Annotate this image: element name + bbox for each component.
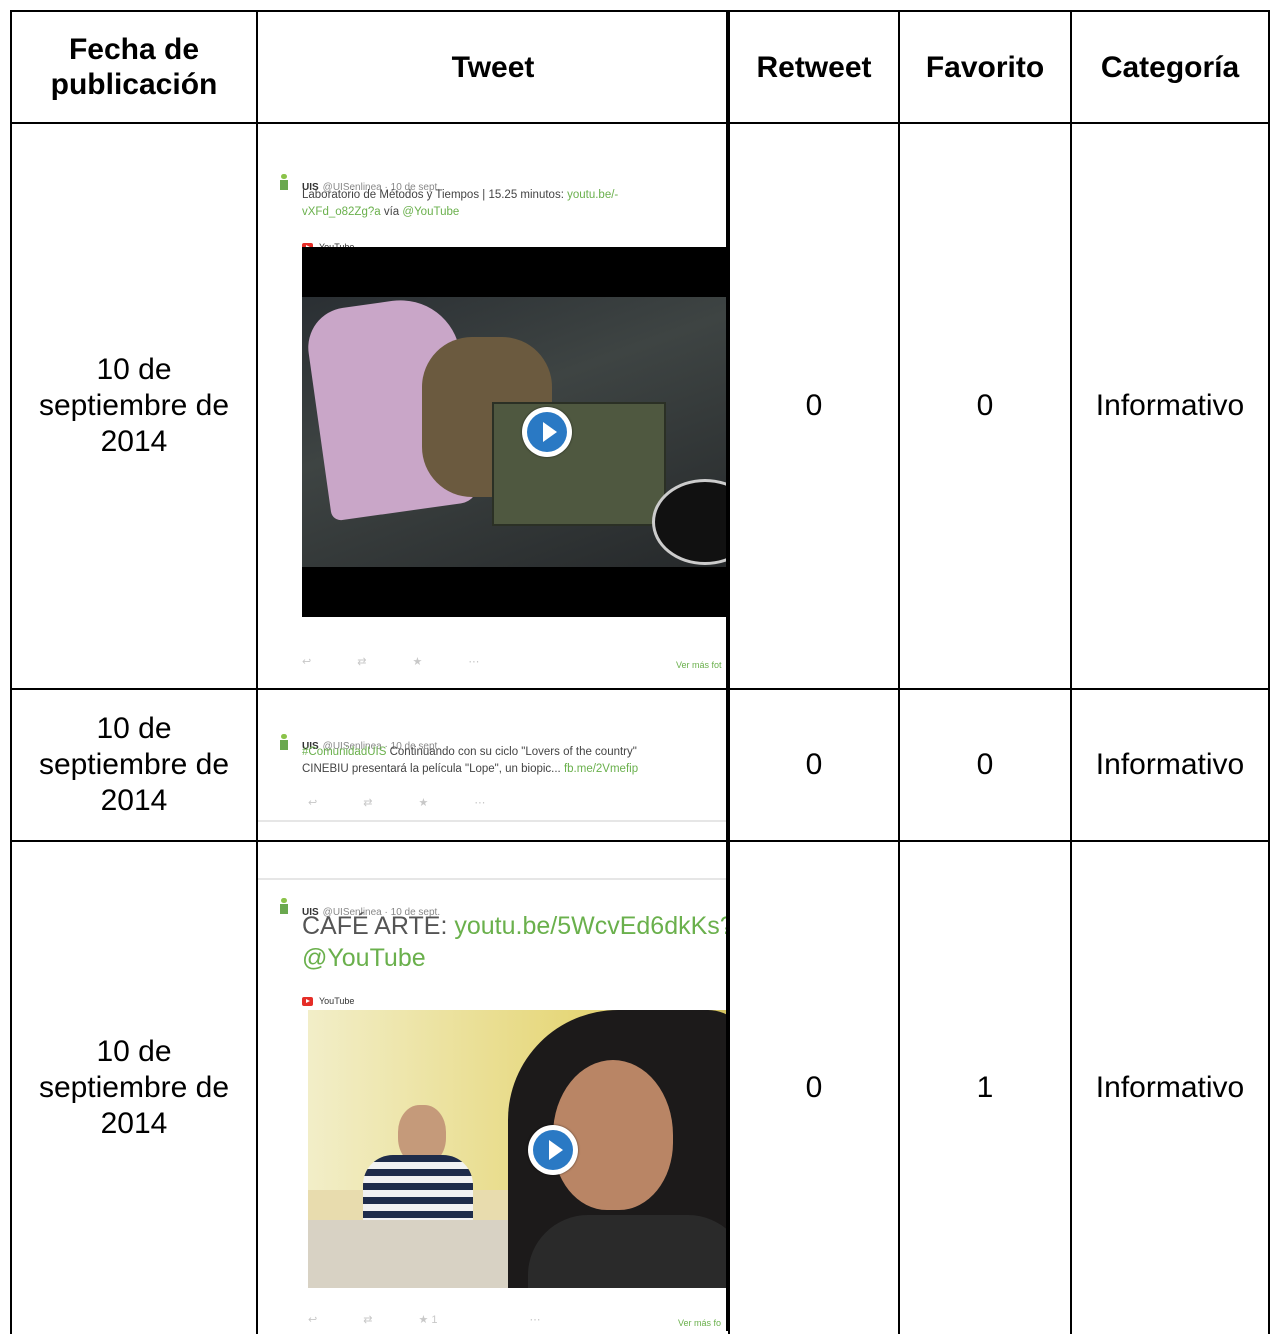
more-icon[interactable]: ⋯ — [474, 785, 485, 821]
header-date: Fecha de publicación — [10, 10, 258, 124]
via-label: vía — [383, 206, 400, 218]
tweet-divider — [259, 878, 727, 880]
tweet-actions: ↩ ⇄ ★ ⋯ — [308, 785, 531, 821]
category-cell: Informativo — [1070, 688, 1270, 842]
favorite-count: 0 — [898, 122, 1072, 690]
tweet-cell: UIS @UISenlinea · 10 de sept. CAFÉ ARTE: … — [256, 840, 730, 1334]
hashtag-link[interactable]: #ComunidadUIS — [302, 746, 386, 758]
retweet-count: 0 — [728, 122, 900, 690]
favorite-count: 0 — [898, 688, 1072, 842]
favorite-icon[interactable]: ★ — [418, 785, 428, 821]
tweet-text-main: CAFÉ ARTE: — [302, 912, 448, 940]
tweet-embed[interactable]: UIS @UISenlinea · 10 de sept. Laboratorio… — [259, 125, 727, 687]
retweet-count: 0 — [728, 688, 900, 842]
tweet-actions: ↩ ⇄ ★ 1 ⋯ — [308, 1302, 586, 1334]
tweet-actions: ↩ ⇄ ★ ⋯ — [302, 644, 525, 680]
video-woman-shirt — [528, 1215, 727, 1288]
tweet-cell: UIS @UISenlinea · 10 de sept. #ComunidadU… — [256, 688, 730, 842]
more-link[interactable]: Ver más fot — [676, 647, 722, 683]
video-link-continued[interactable]: vXFd_o82Zg?a — [302, 206, 381, 218]
avatar — [280, 898, 288, 914]
video-link[interactable]: youtu.be/5WcvEd6dkKs? — [454, 912, 727, 940]
play-icon[interactable] — [522, 407, 572, 457]
retweet-count: 0 — [728, 840, 900, 1334]
more-icon[interactable]: ⋯ — [468, 644, 479, 680]
favorite-icon[interactable]: ★ — [412, 644, 422, 680]
avatar — [280, 734, 288, 750]
table-row: 10 de septiembre de 2014 UIS @UISenlinea … — [10, 840, 1270, 1334]
youtube-mention[interactable]: @YouTube — [402, 206, 459, 218]
tweet-embed[interactable]: UIS @UISenlinea · 10 de sept. CAFÉ ARTE: … — [259, 843, 727, 1334]
tweet-text-line2: CINEBIU presentará la película "Lope", u… — [302, 763, 561, 775]
favorite-count-small: 1 — [431, 1314, 438, 1326]
tweet-cell: UIS @UISenlinea · 10 de sept. Laboratorio… — [256, 122, 730, 690]
column-divider — [726, 10, 728, 1331]
category-cell: Informativo — [1070, 840, 1270, 1334]
table-row: 10 de septiembre de 2014 UIS @UISenlinea … — [10, 688, 1270, 842]
more-link[interactable]: Ver más fo — [678, 1305, 721, 1334]
table-row: 10 de septiembre de 2014 UIS @UISenlinea … — [10, 122, 1270, 690]
video-thumbnail[interactable] — [302, 247, 727, 617]
category-cell: Informativo — [1070, 122, 1270, 690]
reply-icon[interactable]: ↩ — [308, 1302, 317, 1334]
reply-icon[interactable]: ↩ — [308, 785, 317, 821]
tweets-table: Fecha de publicación Tweet Retweet Favor… — [10, 10, 1270, 1334]
video-box-shape — [492, 402, 666, 526]
reply-icon[interactable]: ↩ — [302, 644, 311, 680]
tweet-embed[interactable]: UIS @UISenlinea · 10 de sept. #ComunidadU… — [259, 691, 727, 839]
tweet-text-line1: Continuando con su ciclo "Lovers of the … — [389, 746, 637, 758]
youtube-mention[interactable]: @YouTube — [302, 944, 426, 972]
tweet-text: CAFÉ ARTE: youtu.be/5WcvEd6dkKs? @YouTub… — [302, 910, 727, 974]
more-icon[interactable]: ⋯ — [529, 1302, 540, 1334]
video-link[interactable]: youtu.be/- — [567, 189, 618, 201]
header-favorite: Favorito — [898, 10, 1072, 124]
tweet-text-main: Laboratorio de Métodos y Tiempos | 15.25… — [302, 189, 564, 201]
header-row: Fecha de publicación Tweet Retweet Favor… — [10, 10, 1270, 124]
favorite-icon[interactable]: ★ 1 — [418, 1302, 483, 1334]
date-cell: 10 de septiembre de 2014 — [10, 122, 258, 690]
tweet-text: #ComunidadUIS Continuando con su ciclo "… — [302, 744, 638, 778]
date-cell: 10 de septiembre de 2014 — [10, 840, 258, 1334]
header-tweet: Tweet — [256, 10, 730, 124]
retweet-icon[interactable]: ⇄ — [363, 1302, 372, 1334]
retweet-icon[interactable]: ⇄ — [357, 644, 366, 680]
avatar — [280, 174, 288, 190]
tweet-divider — [259, 820, 727, 822]
facebook-link[interactable]: fb.me/2Vmefip — [564, 763, 638, 775]
header-category: Categoría — [1070, 10, 1270, 124]
play-icon[interactable] — [528, 1125, 578, 1175]
video-thumbnail[interactable] — [308, 1010, 727, 1288]
date-cell: 10 de septiembre de 2014 — [10, 688, 258, 842]
retweet-icon[interactable]: ⇄ — [363, 785, 372, 821]
youtube-logo-icon — [302, 996, 313, 1006]
favorite-count: 1 — [898, 840, 1072, 1334]
tweet-text: Laboratorio de Métodos y Tiempos | 15.25… — [302, 187, 618, 221]
header-retweet: Retweet — [728, 10, 900, 124]
